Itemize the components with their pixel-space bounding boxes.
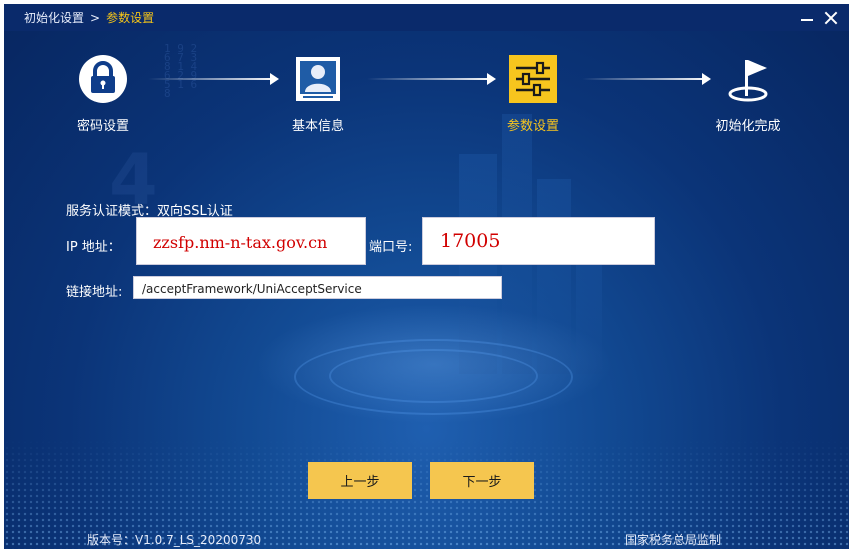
app-window: 1 9 2 6 7 3 8 1 4 6 2 9 5 1 6 8 4 初始化设置 >…	[4, 4, 849, 549]
ip-address-field[interactable]: zzsfp.nm-n-tax.gov.cn	[136, 217, 366, 265]
lock-icon	[78, 54, 128, 104]
next-step-button[interactable]: 下一步	[430, 462, 534, 499]
breadcrumb-separator: >	[90, 11, 101, 25]
port-value: 17005	[440, 230, 501, 252]
glow-decoration	[254, 304, 614, 424]
user-id-card-icon	[293, 54, 343, 104]
step-label: 密码设置	[76, 119, 129, 134]
step-password-setup: 密码设置	[43, 54, 163, 134]
link-address-value: /acceptFramework/UniAcceptService	[142, 282, 362, 296]
step-label: 基本信息	[291, 119, 344, 134]
breadcrumb-current: 参数设置	[106, 11, 155, 25]
port-field[interactable]: 17005	[422, 217, 655, 265]
step-label: 初始化完成	[715, 119, 781, 134]
port-label: 端口号:	[369, 240, 413, 255]
ring-decoration	[329, 349, 538, 403]
step-label: 参数设置	[506, 119, 559, 134]
background-digits-decoration: 1 9 2 6 7 3 8 1 4 6 2 9 5 1 6 8	[164, 42, 198, 100]
link-address-field[interactable]: /acceptFramework/UniAcceptService	[133, 276, 502, 299]
step-parameter-setup: 参数设置	[473, 54, 593, 134]
ip-address-value: zzsfp.nm-n-tax.gov.cn	[153, 233, 328, 252]
ring-decoration	[294, 339, 573, 415]
breadcrumb-root: 初始化设置	[24, 11, 85, 25]
breadcrumb: 初始化设置 > 参数设置	[24, 9, 154, 26]
minimize-icon[interactable]	[797, 8, 817, 28]
building-decoration	[537, 179, 571, 374]
flag-icon	[723, 54, 773, 104]
step-init-complete: 初始化完成	[688, 54, 808, 134]
title-bar: 初始化设置 > 参数设置	[4, 4, 849, 31]
link-label: 链接地址:	[66, 285, 123, 300]
supervisor-text: 国家税务总局监制	[625, 533, 722, 547]
sliders-icon	[508, 54, 558, 104]
ip-label: IP 地址：	[66, 240, 121, 255]
close-icon[interactable]	[821, 8, 841, 28]
version-text: 版本号：V1.0.7_LS_20200730	[87, 533, 262, 547]
step-basic-info: 基本信息	[258, 54, 378, 134]
prev-step-button[interactable]: 上一步	[308, 462, 412, 499]
step-arrow	[148, 73, 279, 85]
